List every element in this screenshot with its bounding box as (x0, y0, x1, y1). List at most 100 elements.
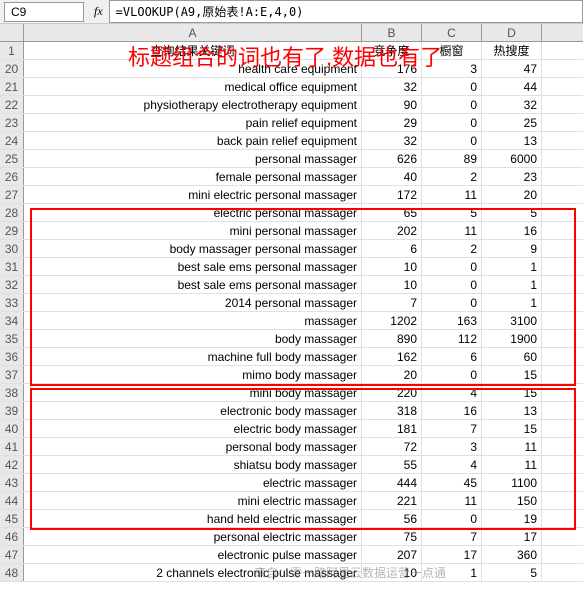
cell[interactable]: electronic pulse massager (24, 546, 362, 563)
cell[interactable]: 0 (422, 258, 482, 275)
row-header[interactable]: 46 (0, 528, 24, 545)
cell[interactable]: 72 (362, 438, 422, 455)
cell[interactable]: mimo body massager (24, 366, 362, 383)
cell[interactable]: 11 (422, 492, 482, 509)
cell[interactable]: 1900 (482, 330, 542, 347)
col-header-d[interactable]: D (482, 24, 542, 41)
cell[interactable]: best sale ems personal massager (24, 276, 362, 293)
cell[interactable]: 4 (422, 456, 482, 473)
row-header[interactable]: 30 (0, 240, 24, 257)
cell[interactable]: 55 (362, 456, 422, 473)
cell[interactable]: 0 (422, 510, 482, 527)
cell[interactable]: 29 (362, 114, 422, 131)
cell[interactable]: 1100 (482, 474, 542, 491)
cell[interactable]: mini body massager (24, 384, 362, 401)
cell[interactable]: 0 (422, 366, 482, 383)
formula-input[interactable]: =VLOOKUP(A9,原始表!A:E,4,0) (109, 0, 583, 23)
col-header-a[interactable]: A (24, 24, 362, 41)
cell[interactable]: 7 (422, 528, 482, 545)
row-header[interactable]: 31 (0, 258, 24, 275)
cell[interactable]: electronic body massager (24, 402, 362, 419)
row-header[interactable]: 40 (0, 420, 24, 437)
cell[interactable]: 32 (362, 78, 422, 95)
cell[interactable]: 3100 (482, 312, 542, 329)
cell[interactable]: 2 channels electronic pulse massager (24, 564, 362, 581)
cell[interactable]: female personal massager (24, 168, 362, 185)
cell[interactable]: 2 (422, 240, 482, 257)
cell[interactable]: 47 (482, 60, 542, 77)
cell[interactable]: 221 (362, 492, 422, 509)
cell[interactable]: 318 (362, 402, 422, 419)
row-header[interactable]: 45 (0, 510, 24, 527)
cell[interactable]: 11 (422, 222, 482, 239)
row-header[interactable]: 43 (0, 474, 24, 491)
cell[interactable]: 11 (482, 438, 542, 455)
cell[interactable]: 17 (482, 528, 542, 545)
row-header[interactable]: 32 (0, 276, 24, 293)
cell[interactable]: 10 (362, 258, 422, 275)
cell[interactable]: body massager personal massager (24, 240, 362, 257)
cell[interactable]: 2 (422, 168, 482, 185)
cell[interactable]: 626 (362, 150, 422, 167)
cell[interactable]: 9 (482, 240, 542, 257)
cell[interactable]: shiatsu body massager (24, 456, 362, 473)
cell[interactable]: 32 (482, 96, 542, 113)
row-header[interactable]: 33 (0, 294, 24, 311)
cell[interactable]: 0 (422, 132, 482, 149)
header-cell[interactable]: 热搜度 (482, 42, 542, 59)
cell[interactable]: 75 (362, 528, 422, 545)
cell[interactable]: 444 (362, 474, 422, 491)
cell[interactable]: 6 (422, 348, 482, 365)
cell[interactable]: 15 (482, 420, 542, 437)
cell[interactable]: 32 (362, 132, 422, 149)
cell[interactable]: 13 (482, 132, 542, 149)
name-box[interactable]: C9 (4, 2, 84, 22)
cell[interactable]: 2014 personal massager (24, 294, 362, 311)
cell[interactable]: machine full body massager (24, 348, 362, 365)
cell[interactable]: massager (24, 312, 362, 329)
cell[interactable]: electric massager (24, 474, 362, 491)
cell[interactable]: 0 (422, 96, 482, 113)
cell[interactable]: 163 (422, 312, 482, 329)
cell[interactable]: 5 (422, 204, 482, 221)
cell[interactable]: body massager (24, 330, 362, 347)
row-header[interactable]: 23 (0, 114, 24, 131)
cell[interactable]: 5 (482, 564, 542, 581)
cell[interactable]: 202 (362, 222, 422, 239)
cell[interactable]: 16 (422, 402, 482, 419)
cell[interactable]: 60 (482, 348, 542, 365)
cell[interactable]: hand held electric massager (24, 510, 362, 527)
cell[interactable]: 10 (362, 564, 422, 581)
row-header[interactable]: 20 (0, 60, 24, 77)
cell[interactable]: 16 (482, 222, 542, 239)
cell[interactable]: physiotherapy electrotherapy equipment (24, 96, 362, 113)
cell[interactable]: 1 (482, 276, 542, 293)
cell[interactable]: 20 (482, 186, 542, 203)
cell[interactable]: 11 (422, 186, 482, 203)
row-header[interactable]: 38 (0, 384, 24, 401)
cell[interactable]: 1 (482, 294, 542, 311)
cell[interactable]: 150 (482, 492, 542, 509)
cell[interactable]: 89 (422, 150, 482, 167)
row-header[interactable]: 48 (0, 564, 24, 581)
cell[interactable]: 19 (482, 510, 542, 527)
cell[interactable]: personal massager (24, 150, 362, 167)
row-header[interactable]: 41 (0, 438, 24, 455)
cell[interactable]: 112 (422, 330, 482, 347)
cell[interactable]: 181 (362, 420, 422, 437)
cell[interactable]: 15 (482, 366, 542, 383)
row-header[interactable]: 29 (0, 222, 24, 239)
cell[interactable]: 45 (422, 474, 482, 491)
cell[interactable]: 1202 (362, 312, 422, 329)
cell[interactable]: 5 (482, 204, 542, 221)
cell[interactable]: 15 (482, 384, 542, 401)
cell[interactable]: electric body massager (24, 420, 362, 437)
cell[interactable]: 90 (362, 96, 422, 113)
row-header[interactable]: 22 (0, 96, 24, 113)
cell[interactable]: electric personal massager (24, 204, 362, 221)
cell[interactable]: medical office equipment (24, 78, 362, 95)
cell[interactable]: 207 (362, 546, 422, 563)
row-header[interactable]: 47 (0, 546, 24, 563)
cell[interactable]: 1 (422, 564, 482, 581)
cell[interactable]: mini personal massager (24, 222, 362, 239)
